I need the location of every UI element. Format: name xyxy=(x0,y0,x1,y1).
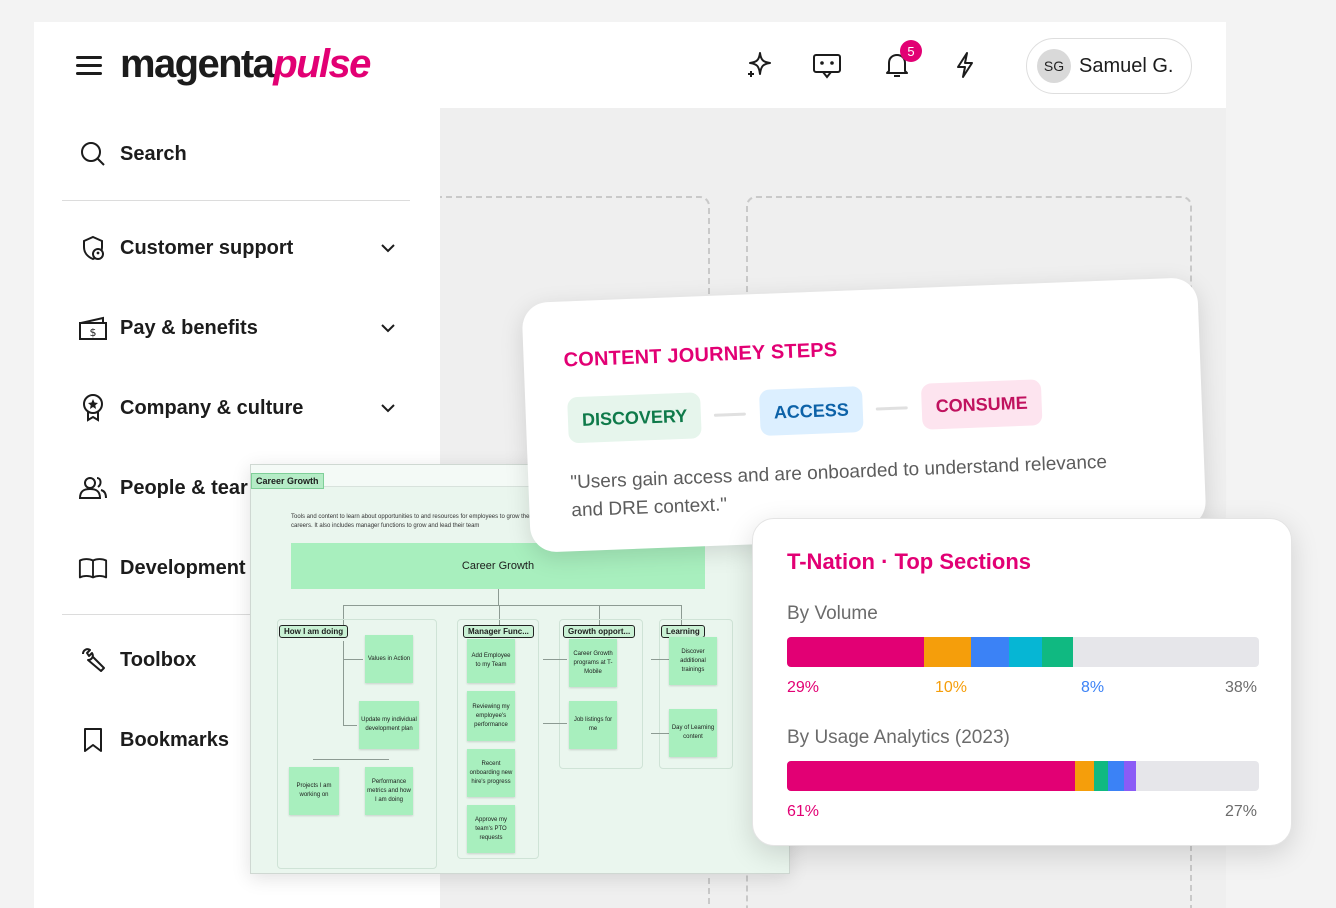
volume-segment-3 xyxy=(1008,637,1042,667)
volume-segment-0 xyxy=(787,637,924,667)
sections-title: T-Nation · Top Sections xyxy=(787,549,1032,574)
user-menu-button[interactable]: SG Samuel G. xyxy=(1026,38,1192,94)
connector xyxy=(543,659,567,660)
usage-segment-4 xyxy=(1124,761,1137,791)
sidebar-search-label: Search xyxy=(120,142,187,165)
notification-badge: 5 xyxy=(900,40,922,62)
sidebar-item-customer-support[interactable]: Customer support xyxy=(78,228,398,268)
sticky-note: Values in Action xyxy=(365,635,413,683)
volume-pct-pink: 29% xyxy=(787,679,820,696)
sticky-note: Performance metrics and how I am doing xyxy=(365,767,413,815)
user-name: Samuel G. xyxy=(1079,54,1174,77)
journey-quote: "Users gain access and are onboarded to … xyxy=(569,451,1108,522)
book-icon xyxy=(78,553,108,583)
step-connector xyxy=(875,406,908,411)
lane-header: Manager Func... xyxy=(463,625,534,638)
sidebar-divider xyxy=(62,200,410,201)
volume-pct-gray: 38% xyxy=(1224,679,1257,696)
usage-segment-0 xyxy=(787,761,1075,791)
sticky-note: Update my individual development plan xyxy=(359,701,419,749)
usage-segment-3 xyxy=(1107,761,1125,791)
sticky-note: Day of Learning content xyxy=(669,709,717,757)
usage-pct-gray: 27% xyxy=(1224,803,1257,820)
sticky-note: Discover additional trainings xyxy=(669,637,717,685)
chat-bot-icon[interactable] xyxy=(810,48,844,82)
connector xyxy=(313,759,389,760)
sidebar-item-label: Bookmarks xyxy=(120,728,229,751)
top-header: magentapulse 5 SG Samuel G. xyxy=(34,22,1226,108)
step-discovery: DISCOVERY xyxy=(567,392,703,444)
sidebar-item-label: People & tear xyxy=(120,476,248,499)
sparkle-icon[interactable] xyxy=(742,48,776,82)
sticky-note: Approve my team's PTO requests xyxy=(467,805,515,853)
award-icon xyxy=(78,393,108,423)
people-icon xyxy=(78,473,108,503)
wallet-icon: $ xyxy=(78,313,108,343)
volume-bar xyxy=(787,637,1259,667)
sticky-note: Recent onboarding new hire's progress xyxy=(467,749,515,797)
search-icon xyxy=(78,139,108,169)
board-description: Tools and content to learn about opportu… xyxy=(291,514,533,529)
logo-main: magenta xyxy=(120,42,275,86)
shield-user-icon xyxy=(78,233,108,263)
content-journey-card: CONTENT JOURNEY STEPS DISCOVERY ACCESS C… xyxy=(521,277,1207,553)
top-sections-card: T-Nation · Top Sections By Volume 29% 10… xyxy=(752,518,1292,846)
board-tag: Career Growth xyxy=(251,473,324,489)
sticky-note: Career Growth programs at T-Mobile xyxy=(569,639,617,687)
volume-pct-blue: 8% xyxy=(1081,679,1105,696)
menu-icon[interactable] xyxy=(76,56,102,76)
connector xyxy=(498,589,499,605)
chevron-down-icon[interactable] xyxy=(378,238,398,258)
volume-segment-1 xyxy=(923,637,972,667)
sidebar-item-pay-benefits[interactable]: $ Pay & benefits xyxy=(78,308,398,348)
lane-header: How I am doing xyxy=(279,625,349,638)
sidebar-item-label: Toolbox xyxy=(120,648,197,671)
bookmark-icon xyxy=(78,725,108,755)
usage-label: By Usage Analytics (2023) xyxy=(787,727,1010,748)
logo-accent: pulse xyxy=(273,42,371,86)
sidebar-item-label: Development xyxy=(120,556,246,579)
wrench-icon xyxy=(78,645,108,675)
chevron-down-icon[interactable] xyxy=(378,318,398,338)
connector xyxy=(543,723,567,724)
sticky-note: Projects I am working on xyxy=(289,767,339,815)
sidebar-item-label: Customer support xyxy=(120,236,294,259)
volume-segment-4 xyxy=(1041,637,1073,667)
sticky-note: Reviewing my employee's performance xyxy=(467,691,515,741)
board-main-node: Career Growth xyxy=(291,543,705,589)
usage-segment-2 xyxy=(1093,761,1108,791)
sidebar-item-company-culture[interactable]: Company & culture xyxy=(78,388,398,428)
volume-segment-2 xyxy=(971,637,1009,667)
lightning-icon[interactable] xyxy=(948,48,982,82)
chevron-down-icon[interactable] xyxy=(378,398,398,418)
step-connector xyxy=(713,412,746,417)
connector xyxy=(343,659,363,660)
connector xyxy=(343,605,681,606)
connector xyxy=(343,641,344,725)
sidebar-item-label: Company & culture xyxy=(120,396,304,419)
journey-title: CONTENT JOURNEY STEPS xyxy=(563,338,838,372)
connector xyxy=(343,725,357,726)
usage-bar xyxy=(787,761,1259,791)
sidebar-item-label: Pay & benefits xyxy=(120,316,258,339)
connector xyxy=(651,733,669,734)
svg-text:$: $ xyxy=(90,326,97,339)
lane-header: Growth opport... xyxy=(563,625,636,638)
step-access: ACCESS xyxy=(758,386,864,436)
usage-segment-1 xyxy=(1074,761,1094,791)
volume-pct-orange: 10% xyxy=(935,679,968,696)
usage-pct-pink: 61% xyxy=(787,803,820,820)
logo[interactable]: magentapulse xyxy=(120,40,371,88)
sidebar-search[interactable]: Search xyxy=(78,134,398,174)
sticky-note: Job listings for me xyxy=(569,701,617,749)
connector xyxy=(651,659,669,660)
step-consume: CONSUME xyxy=(920,379,1043,430)
avatar: SG xyxy=(1037,49,1071,83)
sticky-note: Add Employee to my Team xyxy=(467,639,515,683)
volume-label: By Volume xyxy=(787,603,878,624)
